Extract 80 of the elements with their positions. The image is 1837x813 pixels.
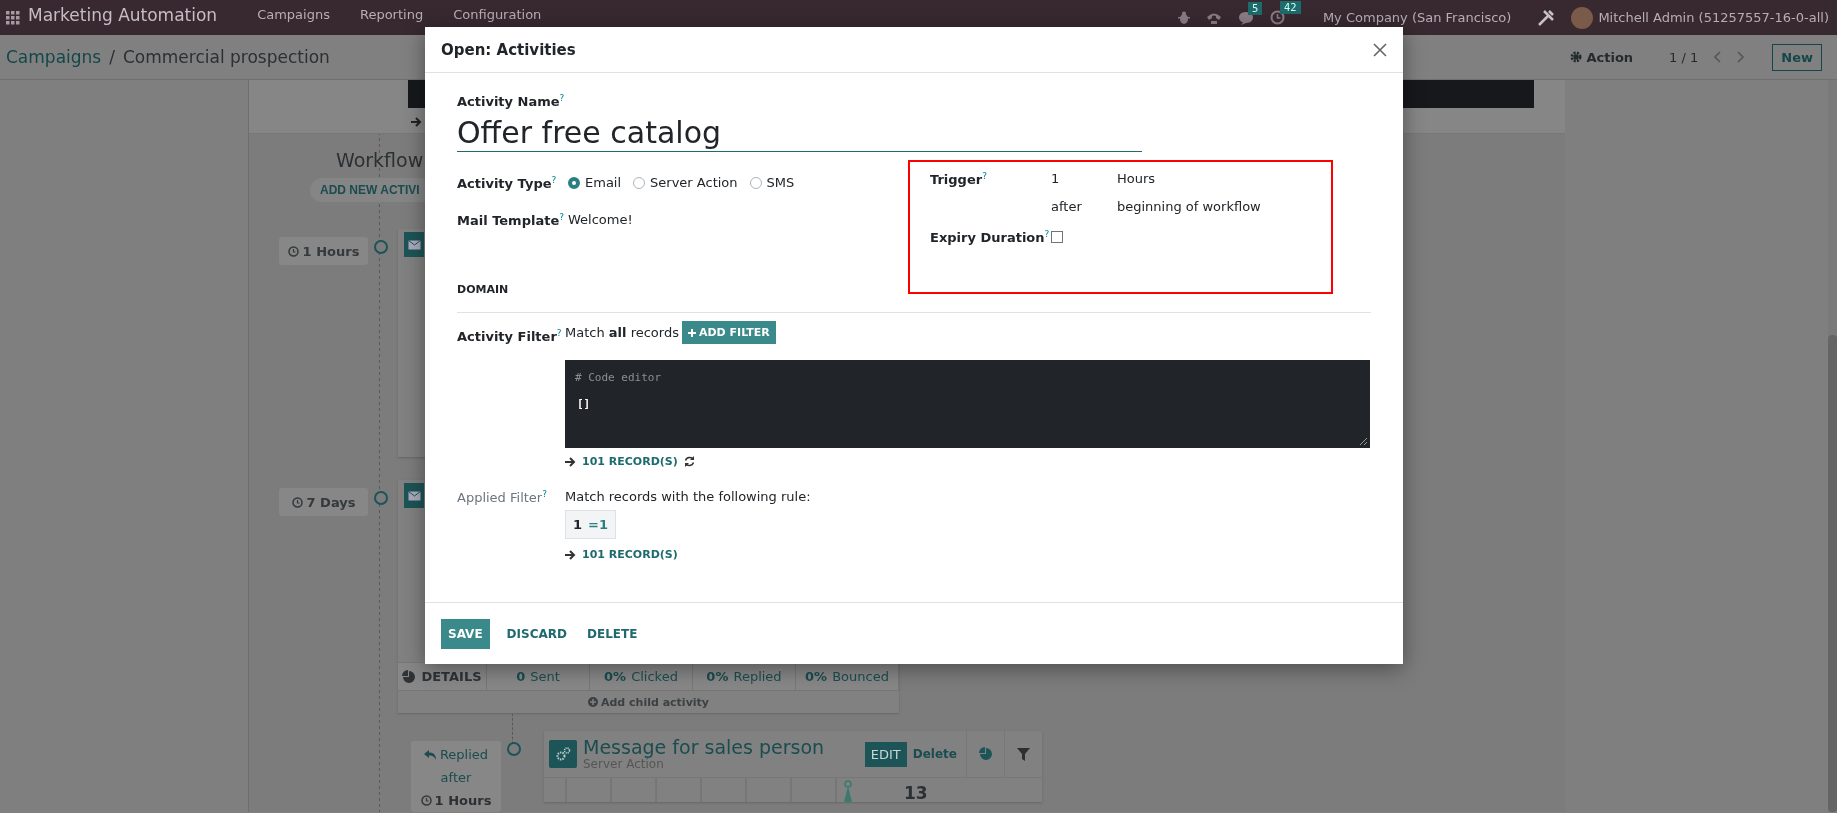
edit-button[interactable]: EDIT	[864, 741, 907, 767]
refresh-icon[interactable]	[683, 456, 695, 468]
field-label: Activity Type$^{?}$	[457, 175, 558, 192]
radio-option[interactable]: Server Action	[633, 175, 738, 191]
arrow-right-icon	[565, 549, 576, 560]
previous-icon[interactable]	[1712, 51, 1723, 63]
records-link[interactable]: 101 RECORD(S)	[582, 455, 678, 469]
chat-count-badge: 5	[1247, 1, 1263, 15]
field-label: Activity Name$^{?}$	[457, 93, 566, 110]
clock-icon[interactable]	[1269, 10, 1285, 25]
scrollbar-thumb[interactable]	[1828, 335, 1837, 812]
menu-item[interactable]: Campaigns	[257, 7, 330, 22]
records-link[interactable]: 101 RECORD(S)	[582, 548, 678, 562]
field-value[interactable]: after	[1051, 199, 1117, 215]
apps-menu-icon[interactable]	[6, 10, 20, 25]
section-title: Workflow	[336, 149, 424, 171]
company-switcher[interactable]: My Company (San Francisco)	[1322, 10, 1512, 25]
tools-icon[interactable]	[1537, 8, 1556, 27]
clock-icon	[287, 245, 299, 257]
field-value[interactable]: 1	[1051, 171, 1117, 187]
trigger-badge: 7 Days	[279, 488, 368, 516]
gear-icon	[1570, 51, 1583, 63]
bug-icon[interactable]	[1177, 10, 1190, 25]
pie-chart-icon	[978, 747, 993, 761]
envelope-icon	[407, 239, 421, 250]
reply-icon	[423, 749, 437, 760]
gears-icon	[555, 746, 571, 762]
radio-option[interactable]: Email	[568, 175, 622, 191]
field-value[interactable]: Hours	[1117, 171, 1156, 187]
save-button[interactable]: SAVE	[441, 618, 490, 649]
chart-total: 13	[904, 785, 928, 802]
filter-icon[interactable]	[1017, 747, 1030, 761]
code-comment: # Code editor	[575, 371, 662, 385]
code-editor[interactable]: # Code editor []	[565, 360, 1370, 449]
rule-chip: 1 =1	[565, 510, 616, 540]
field-value[interactable]: beginning of workflow	[1117, 199, 1261, 215]
plus-icon	[687, 328, 696, 337]
field-value[interactable]: Welcome!	[568, 211, 633, 227]
timeline-node	[507, 742, 521, 756]
timeline-node	[374, 491, 388, 505]
user-avatar[interactable]	[1571, 6, 1594, 29]
clock-icon	[291, 496, 303, 508]
field-label: Trigger$^{?}$	[930, 171, 988, 188]
breadcrumb-separator: /	[109, 47, 115, 67]
action-menu[interactable]: Action	[1570, 49, 1634, 65]
app-name[interactable]: Marketing Automation	[28, 4, 218, 25]
field-label: Applied Filter$^{?}$	[457, 489, 548, 508]
arrow-right-icon	[565, 456, 576, 467]
checkbox[interactable]	[1051, 231, 1063, 244]
activity-count-badge: 42	[1279, 1, 1301, 14]
discard-button[interactable]: DISCARD	[499, 618, 574, 649]
arrow-right-icon	[411, 117, 422, 127]
envelope-icon	[407, 490, 421, 501]
chat-icon[interactable]	[1237, 10, 1254, 25]
resize-handle-icon	[1360, 438, 1367, 446]
filter-summary: Match all records	[565, 325, 679, 341]
trigger-badge: 1 Hours	[279, 237, 368, 265]
pie-chart-icon	[402, 669, 417, 684]
radio-button[interactable]	[568, 176, 580, 189]
page-title: Commercial prospection	[122, 47, 330, 67]
next-icon[interactable]	[1736, 51, 1747, 63]
field-label: Activity Filter$^{?}$	[457, 327, 563, 347]
dialog-title: Open: Activities	[441, 40, 576, 59]
trigger-badge: Replied after 1 Hours	[411, 741, 501, 812]
add-filter-button[interactable]: ADD FILTER	[681, 321, 776, 345]
timeline-node	[374, 240, 388, 254]
delete-button[interactable]: DELETE	[580, 618, 645, 649]
pager-value: 1 / 1	[1669, 49, 1699, 65]
user-menu[interactable]: Mitchell Admin (51257557-16-0-all)	[1598, 10, 1829, 25]
section-heading: DOMAIN	[457, 283, 509, 297]
clock-icon	[420, 795, 432, 806]
filter-summary: Match records with the following rule:	[565, 489, 811, 505]
field-label: Expiry Duration$^{?}$	[930, 229, 1051, 246]
code-text: []	[577, 397, 592, 411]
menu-item[interactable]: Reporting	[359, 7, 424, 22]
close-icon[interactable]	[1373, 42, 1387, 57]
plus-circle-icon	[588, 697, 598, 707]
radio-option[interactable]: SMS	[749, 175, 795, 191]
field-label: Mail Template$^{?}$	[457, 211, 565, 228]
menu-item[interactable]: Configuration	[453, 7, 542, 22]
